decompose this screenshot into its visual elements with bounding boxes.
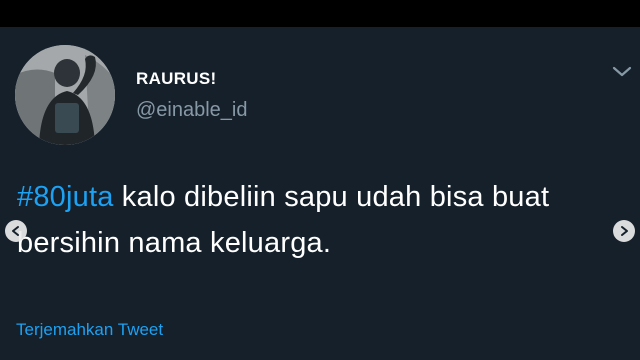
top-black-bar bbox=[0, 0, 640, 27]
tweet-text: #80juta kalo dibeliin sapu udah bisa bua… bbox=[17, 174, 617, 266]
chevron-down-icon[interactable] bbox=[610, 63, 634, 81]
hashtag-link[interactable]: #80juta bbox=[17, 181, 114, 213]
chevron-right-icon[interactable] bbox=[613, 220, 635, 242]
chevron-left-icon[interactable] bbox=[5, 220, 27, 242]
avatar[interactable] bbox=[15, 45, 115, 145]
tweet-card: RAURUS! @einable_id #80juta kalo dibelii… bbox=[0, 27, 640, 360]
user-handle[interactable]: @einable_id bbox=[136, 99, 248, 122]
display-name[interactable]: RAURUS! bbox=[136, 69, 216, 89]
translate-tweet-link[interactable]: Terjemahkan Tweet bbox=[16, 320, 163, 340]
